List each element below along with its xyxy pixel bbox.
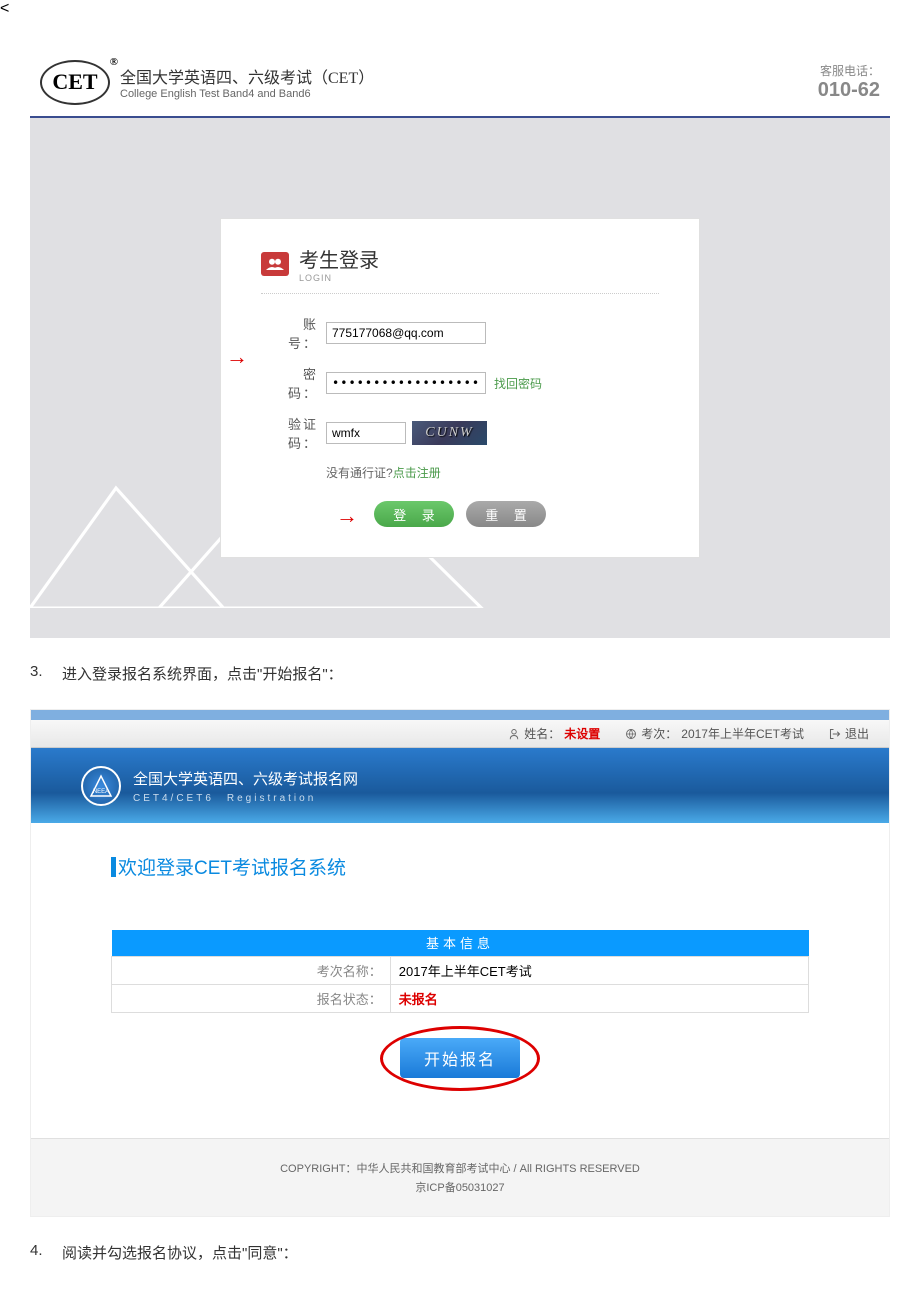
login-body: 考生登录 LOGIN → 账 号： 密 码： 找回密码 验证码： — [30, 118, 890, 598]
top-status-bar: 姓名： 未设置 考次： 2017年上半年CET考试 退出 — [31, 720, 889, 748]
arrow-icon: → — [336, 503, 358, 529]
captcha-row: 验证码： CUNW — [261, 414, 659, 452]
cet-logo-badge: CET — [40, 60, 110, 105]
session-value: 2017年上半年CET考试 — [681, 725, 804, 742]
account-row: 账 号： — [261, 314, 659, 352]
phone-label: 客服电话： — [818, 62, 880, 79]
captcha-input[interactable] — [326, 422, 406, 444]
welcome-text: 欢迎登录CET考试报名系统 — [118, 853, 346, 880]
customer-phone: 客服电话： 010-62 — [818, 62, 880, 102]
site-title-cn: 全国大学英语四、六级考试（CET） — [120, 64, 374, 88]
session-label: 考次： — [641, 725, 677, 742]
banner-title-cn: 全国大学英语四、六级考试报名网 — [133, 768, 358, 789]
table-row: 报名状态： 未报名 — [112, 984, 809, 1012]
name-label: 姓名： — [524, 725, 560, 742]
table-header: 基本信息 — [112, 930, 809, 956]
globe-icon — [625, 728, 637, 740]
captcha-image[interactable]: CUNW — [412, 421, 487, 445]
step-text: 进入登录报名系统界面，点击"开始报名"： — [62, 663, 343, 684]
step-number: 4. — [30, 1242, 50, 1263]
start-button-area: 开始报名 — [111, 1038, 809, 1078]
site-title-en: College English Test Band4 and Band6 — [120, 88, 374, 100]
button-row: → 登 录 重 置 — [261, 501, 659, 527]
login-heading-cn: 考生登录 — [299, 244, 379, 273]
logout-link[interactable]: 退出 — [829, 725, 869, 742]
password-input[interactable] — [326, 372, 486, 394]
logout-label: 退出 — [845, 725, 869, 742]
reset-button[interactable]: 重 置 — [466, 501, 546, 527]
accent-bar — [111, 857, 116, 877]
password-label: 密 码： — [261, 364, 326, 402]
welcome-heading: 欢迎登录CET考试报名系统 — [111, 853, 809, 880]
login-heading: 考生登录 LOGIN — [261, 244, 659, 294]
arrow-icon: → — [226, 344, 248, 370]
logo-area: CET 全国大学英语四、六级考试（CET） College English Te… — [40, 60, 374, 105]
user-icon — [508, 728, 520, 740]
account-input[interactable] — [326, 322, 486, 344]
site-header: CET 全国大学英语四、六级考试（CET） College English Te… — [30, 48, 890, 118]
name-value: 未设置 — [564, 725, 600, 742]
cropped-fragment — [31, 710, 889, 720]
neea-logo: NEEA — [81, 766, 121, 806]
login-box: 考生登录 LOGIN → 账 号： 密 码： 找回密码 验证码： — [220, 218, 700, 558]
password-row: 密 码： 找回密码 — [261, 364, 659, 402]
session-display: 考次： 2017年上半年CET考试 — [625, 725, 804, 742]
account-label: 账 号： — [261, 314, 326, 352]
login-button[interactable]: 登 录 — [374, 501, 454, 527]
instruction-step-3: 3. 进入登录报名系统界面，点击"开始报名"： — [30, 663, 890, 684]
registration-system-screenshot: 姓名： 未设置 考次： 2017年上半年CET考试 退出 NEEA 全国大学英语… — [30, 709, 890, 1217]
forgot-password-link[interactable]: 找回密码 — [494, 375, 542, 392]
login-page-screenshot: CET 全国大学英语四、六级考试（CET） College English Te… — [30, 48, 890, 638]
icp-line: 京ICP备05031027 — [31, 1179, 889, 1195]
banner-title-en: CET4/CET6 Registration — [133, 789, 358, 804]
main-content: 欢迎登录CET考试报名系统 基本信息 考次名称： 2017年上半年CET考试 报… — [31, 823, 889, 1138]
register-prompt-row: 没有通行证?点击注册 — [261, 464, 659, 481]
step-number: 3. — [30, 663, 50, 684]
people-icon — [261, 252, 289, 276]
logout-icon — [829, 728, 841, 740]
site-banner: NEEA 全国大学英语四、六级考试报名网 CET4/CET6 Registrat… — [31, 748, 889, 823]
register-link[interactable]: 点击注册 — [393, 466, 441, 480]
start-registration-button[interactable]: 开始报名 — [400, 1038, 520, 1078]
copyright-line: COPYRIGHT：中华人民共和国教育部考试中心 / All RIGHTS RE… — [31, 1160, 889, 1176]
status-label: 报名状态： — [112, 984, 391, 1012]
phone-number: 010-62 — [818, 79, 880, 102]
status-value: 未报名 — [399, 992, 438, 1007]
register-prompt: 没有通行证? — [326, 466, 393, 480]
instruction-step-4: 4. 阅读并勾选报名协议，点击"同意"： — [30, 1242, 890, 1263]
table-row: 考次名称： 2017年上半年CET考试 — [112, 956, 809, 984]
session-name-value: 2017年上半年CET考试 — [390, 956, 808, 984]
svg-text:NEEA: NEEA — [93, 789, 109, 795]
page-footer: COPYRIGHT：中华人民共和国教育部考试中心 / All RIGHTS RE… — [31, 1138, 889, 1216]
session-name-label: 考次名称： — [112, 956, 391, 984]
step-text: 阅读并勾选报名协议，点击"同意"： — [62, 1242, 298, 1263]
username-display: 姓名： 未设置 — [508, 725, 600, 742]
login-heading-en: LOGIN — [299, 273, 379, 283]
basic-info-table: 基本信息 考次名称： 2017年上半年CET考试 报名状态： 未报名 — [111, 930, 809, 1013]
captcha-label: 验证码： — [261, 414, 326, 452]
